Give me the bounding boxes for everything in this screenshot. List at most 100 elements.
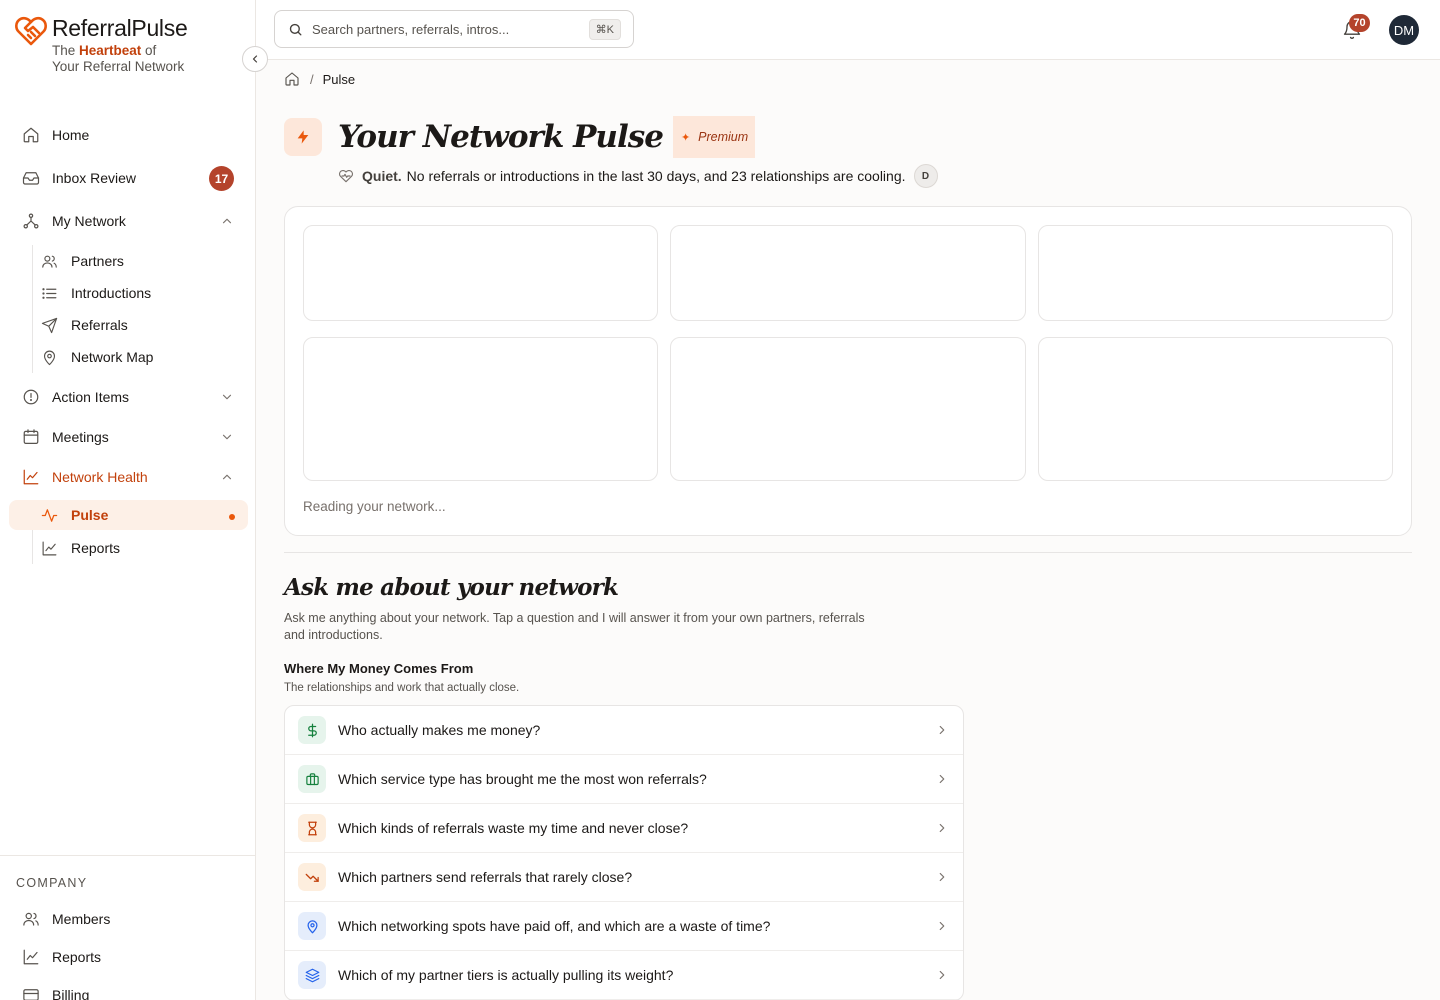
nav-label-billing: Billing bbox=[52, 987, 90, 1000]
nav-label-pulse: Pulse bbox=[71, 507, 109, 523]
question-row[interactable]: Which networking spots have paid off, an… bbox=[285, 902, 963, 951]
question-text: Which kinds of referrals waste my time a… bbox=[338, 820, 689, 836]
map-pin-icon bbox=[298, 912, 326, 940]
premium-badge: ✦ Premium bbox=[672, 116, 756, 158]
chart-line-icon bbox=[22, 948, 40, 966]
search-icon bbox=[288, 22, 303, 37]
nav-label-network-health: Network Health bbox=[52, 469, 148, 485]
pulse-card: Reading your network... bbox=[284, 206, 1412, 536]
bolt-icon bbox=[284, 118, 322, 156]
credit-card-icon bbox=[22, 986, 40, 1000]
status-avatar[interactable]: D bbox=[913, 164, 938, 188]
sparkle-icon: ✦ bbox=[680, 131, 691, 144]
company-section: COMPANY Members Reports Billing bbox=[0, 855, 255, 1000]
nav-item-action-items[interactable]: Action Items bbox=[8, 378, 248, 416]
chevron-right-icon bbox=[935, 919, 949, 933]
loading-text: Reading your network... bbox=[303, 499, 446, 514]
nav-item-members[interactable]: Members bbox=[8, 900, 255, 938]
network-health-subnav: Pulse Reports bbox=[9, 500, 248, 564]
chevron-left-icon bbox=[249, 53, 261, 65]
user-avatar[interactable]: DM bbox=[1389, 15, 1419, 45]
question-text: Which of my partner tiers is actually pu… bbox=[338, 967, 674, 983]
question-row[interactable]: Which service type has brought me the mo… bbox=[285, 755, 963, 804]
chart-line-icon bbox=[22, 468, 40, 486]
pulse-tile-placeholder bbox=[303, 225, 658, 321]
nav-label-members: Members bbox=[52, 911, 111, 927]
calendar-icon bbox=[22, 428, 40, 446]
company-label: COMPANY bbox=[16, 876, 88, 890]
nav-item-billing[interactable]: Billing bbox=[8, 976, 255, 1000]
chevron-up-icon bbox=[220, 214, 234, 228]
nav-item-meetings[interactable]: Meetings bbox=[8, 418, 248, 456]
nav-item-network-health[interactable]: Network Health bbox=[8, 458, 248, 496]
users-icon bbox=[41, 253, 58, 270]
nav-item-introductions[interactable]: Introductions bbox=[33, 277, 248, 309]
question-text: Which networking spots have paid off, an… bbox=[338, 918, 771, 934]
tagline-highlight: Heartbeat bbox=[79, 43, 142, 58]
brand[interactable]: ReferralPulse The Heartbeat of Your Refe… bbox=[14, 14, 188, 75]
nav-item-company-reports[interactable]: Reports bbox=[8, 938, 255, 976]
nav-label-referrals: Referrals bbox=[71, 317, 128, 333]
pulse-tile-placeholder bbox=[1038, 337, 1393, 481]
nav-label-inbox: Inbox Review bbox=[52, 170, 137, 186]
question-row[interactable]: Who actually makes me money? bbox=[285, 706, 963, 755]
nav-item-partners[interactable]: Partners bbox=[33, 245, 248, 277]
nav-item-inbox-review[interactable]: Inbox Review 17 bbox=[8, 159, 248, 197]
nav-item-my-network[interactable]: My Network bbox=[8, 202, 248, 240]
hourglass-icon bbox=[298, 814, 326, 842]
activity-icon bbox=[41, 507, 58, 524]
question-row[interactable]: Which of my partner tiers is actually pu… bbox=[285, 951, 963, 1000]
active-dot bbox=[229, 514, 235, 520]
question-text: Which service type has brought me the mo… bbox=[338, 771, 707, 787]
nav-label-network-map: Network Map bbox=[71, 349, 154, 365]
nav-label-home: Home bbox=[52, 127, 90, 143]
nav-item-reports[interactable]: Reports bbox=[33, 532, 248, 564]
nav-label-reports: Reports bbox=[71, 540, 121, 556]
pulse-status: Quiet. No referrals or introductions in … bbox=[338, 164, 938, 188]
page-title: Your Network Pulse bbox=[338, 119, 664, 155]
nav-item-pulse[interactable]: Pulse bbox=[9, 500, 248, 530]
page-header: Your Network Pulse ✦ Premium bbox=[284, 116, 756, 158]
nav-item-referrals[interactable]: Referrals bbox=[33, 309, 248, 341]
shortcut-hint: ⌘K bbox=[588, 19, 621, 40]
send-icon bbox=[41, 317, 58, 334]
users-icon bbox=[22, 910, 40, 928]
question-text: Who actually makes me money? bbox=[338, 722, 541, 738]
chevron-down-icon bbox=[220, 430, 234, 444]
breadcrumb-current: Pulse bbox=[322, 71, 356, 87]
tagline-line2: Your Referral Network bbox=[52, 59, 185, 74]
heart-pulse-icon bbox=[338, 168, 354, 184]
main-nav: Home Inbox Review 17 My Network Partners… bbox=[8, 116, 248, 564]
inbox-count-badge: 17 bbox=[209, 166, 234, 191]
search-input[interactable] bbox=[312, 21, 582, 37]
home-icon bbox=[22, 126, 40, 144]
status-text: No referrals or introductions in the las… bbox=[406, 168, 906, 184]
question-row[interactable]: Which partners send referrals that rarel… bbox=[285, 853, 963, 902]
tagline-pre: The bbox=[52, 43, 80, 58]
list-icon bbox=[41, 285, 58, 302]
question-group-subtitle: The relationships and work that actually… bbox=[284, 682, 520, 694]
nav-label-introductions: Introductions bbox=[71, 285, 152, 301]
status-label: Quiet. bbox=[362, 168, 402, 184]
map-pin-icon bbox=[41, 349, 58, 366]
inbox-icon bbox=[22, 169, 40, 187]
network-icon bbox=[22, 212, 40, 230]
pulse-tile-placeholder bbox=[1038, 225, 1393, 321]
chevron-right-icon bbox=[935, 772, 949, 786]
ask-title: Ask me about your network bbox=[284, 574, 619, 601]
layers-icon bbox=[298, 961, 326, 989]
question-group-title: Where My Money Comes From bbox=[284, 661, 474, 676]
question-text: Which partners send referrals that rarel… bbox=[338, 869, 633, 885]
search-box[interactable]: ⌘K bbox=[274, 10, 634, 48]
ask-description: Ask me anything about your network. Tap … bbox=[284, 611, 865, 642]
chevron-right-icon bbox=[935, 723, 949, 737]
collapse-sidebar-button[interactable] bbox=[242, 46, 268, 72]
chevron-up-icon bbox=[220, 470, 234, 484]
question-row[interactable]: Which kinds of referrals waste my time a… bbox=[285, 804, 963, 853]
notification-count-badge: 70 bbox=[1349, 14, 1370, 32]
nav-item-network-map[interactable]: Network Map bbox=[33, 341, 248, 373]
home-icon[interactable] bbox=[284, 71, 300, 87]
pulse-tile-placeholder bbox=[670, 337, 1026, 481]
tagline-post: of bbox=[141, 43, 157, 58]
nav-item-home[interactable]: Home bbox=[8, 116, 248, 154]
